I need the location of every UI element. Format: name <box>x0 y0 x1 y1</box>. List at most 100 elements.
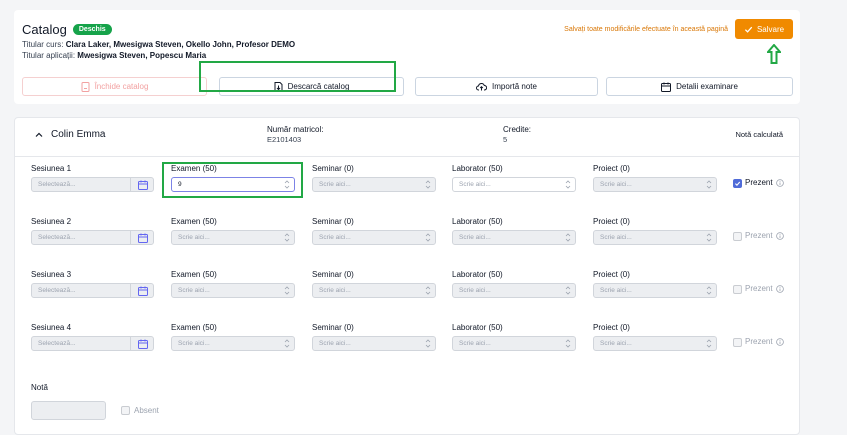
session-4-laborator-input[interactable]: Scrie aici... <box>452 336 576 351</box>
credits-label: Credite: <box>503 125 532 134</box>
exam-field-highlight <box>162 162 303 198</box>
session-4-seminar-input[interactable]: Scrie aici... <box>312 336 436 351</box>
session-2-date-select[interactable]: Selectează... <box>31 230 154 245</box>
grade-input[interactable] <box>31 401 106 420</box>
stepper-icon[interactable] <box>425 285 431 296</box>
input-text: Scrie aici... <box>178 287 210 294</box>
session-2-seminar-input[interactable]: Scrie aici... <box>312 230 436 245</box>
close-catalog-button[interactable]: Închide catalog <box>22 77 207 96</box>
info-icon[interactable] <box>776 179 784 187</box>
titular-aplicatii-label: Titular aplicații: <box>22 51 76 60</box>
stepper-icon[interactable] <box>706 285 712 296</box>
session-1-prezent-label: Prezent <box>745 178 773 187</box>
session-2-prezent-checkbox[interactable] <box>733 232 742 241</box>
grade-label: Notă <box>31 383 48 392</box>
title-row: Catalog Deschis <box>22 22 112 37</box>
session-1-proiect-label: Proiect (0) <box>593 164 630 173</box>
stepper-icon[interactable] <box>565 179 571 190</box>
calendar-icon[interactable] <box>138 180 148 190</box>
session-1-date-select[interactable]: Selectează... <box>31 177 154 192</box>
session-2-proiect-input[interactable]: Scrie aici... <box>593 230 717 245</box>
save-button[interactable]: Salvare <box>735 19 793 39</box>
session-4-laborator-label: Laborator (50) <box>452 323 503 332</box>
session-2-examen-input[interactable]: Scrie aici... <box>171 230 295 245</box>
session-3-laborator-label: Laborator (50) <box>452 270 503 279</box>
session-1-seminar-input[interactable]: Scrie aici... <box>312 177 436 192</box>
info-icon[interactable] <box>776 285 784 293</box>
stepper-icon[interactable] <box>425 179 431 190</box>
session-3-proiect-input[interactable]: Scrie aici... <box>593 283 717 298</box>
save-button-label: Salvare <box>756 24 785 34</box>
input-text: Scrie aici... <box>178 340 210 347</box>
session-1-proiect-input[interactable]: Scrie aici... <box>593 177 717 192</box>
absent-checkbox[interactable] <box>121 406 130 415</box>
session-3-date-select[interactable]: Selectează... <box>31 283 154 298</box>
chevron-up-icon[interactable] <box>34 130 44 140</box>
stepper-icon[interactable] <box>284 338 290 349</box>
date-placeholder: Selectează... <box>38 234 76 241</box>
titular-curs-label: Titular curs: <box>22 40 64 49</box>
stepper-icon[interactable] <box>706 232 712 243</box>
cloud-upload-icon <box>476 82 488 91</box>
session-3-prezent-checkbox[interactable] <box>733 285 742 294</box>
session-1-laborator-label: Laborator (50) <box>452 164 503 173</box>
student-header[interactable]: Colin Emma Număr matricol: E2101403 Cred… <box>15 118 799 157</box>
session-4-prezent-checkbox[interactable] <box>733 338 742 347</box>
calendar-icon[interactable] <box>138 339 148 349</box>
stepper-icon[interactable] <box>425 338 431 349</box>
matricol-label: Număr matricol: <box>267 125 324 134</box>
session-3-seminar-input[interactable]: Scrie aici... <box>312 283 436 298</box>
session-3-proiect-label: Proiect (0) <box>593 270 630 279</box>
stepper-icon[interactable] <box>565 285 571 296</box>
student-name: Colin Emma <box>51 129 106 140</box>
stepper-icon[interactable] <box>284 232 290 243</box>
session-2-examen-label: Examen (50) <box>171 217 217 226</box>
save-note: Salvați toate modificările efectuate în … <box>564 26 728 33</box>
stepper-icon[interactable] <box>284 285 290 296</box>
input-text: Scrie aici... <box>600 181 632 188</box>
matricol-value: E2101403 <box>267 135 302 144</box>
session-4-examen-input[interactable]: Scrie aici... <box>171 336 295 351</box>
session-4-proiect-input[interactable]: Scrie aici... <box>593 336 717 351</box>
session-1-label: Sesiunea 1 <box>31 164 72 173</box>
session-4-prezent-label: Prezent <box>745 337 773 346</box>
session-4-date-select[interactable]: Selectează... <box>31 336 154 351</box>
info-icon[interactable] <box>776 338 784 346</box>
exam-details-button[interactable]: Detalii examinare <box>606 77 793 96</box>
document-icon <box>81 81 90 92</box>
credits-value: 5 <box>503 135 508 144</box>
session-3-examen-input[interactable]: Scrie aici... <box>171 283 295 298</box>
session-3-label: Sesiunea 3 <box>31 270 72 279</box>
computed-grade-label: Notă calculată <box>735 130 783 139</box>
session-1-seminar-label: Seminar (0) <box>312 164 354 173</box>
info-icon[interactable] <box>776 232 784 240</box>
stepper-icon[interactable] <box>565 338 571 349</box>
absent-label: Absent <box>134 406 159 415</box>
stepper-icon[interactable] <box>706 179 712 190</box>
download-highlight <box>199 61 396 92</box>
titular-curs-value: Clara Laker, Mwesigwa Steven, Okello Joh… <box>65 40 296 49</box>
stepper-icon[interactable] <box>425 232 431 243</box>
input-text: Scrie aici... <box>319 340 351 347</box>
arrow-up-icon <box>767 44 781 64</box>
session-1-prezent-checkbox[interactable] <box>733 179 742 188</box>
date-placeholder: Selectează... <box>38 181 76 188</box>
stepper-icon[interactable] <box>706 338 712 349</box>
stepper-icon[interactable] <box>565 232 571 243</box>
session-1-laborator-input[interactable]: Scrie aici... <box>452 177 576 192</box>
session-2-label: Sesiunea 2 <box>31 217 72 226</box>
calendar-icon[interactable] <box>138 233 148 243</box>
session-3-seminar-label: Seminar (0) <box>312 270 354 279</box>
import-grades-button[interactable]: Importă note <box>415 77 598 96</box>
session-2-laborator-input[interactable]: Scrie aici... <box>452 230 576 245</box>
session-2-prezent-label: Prezent <box>745 231 773 240</box>
titular-curs: Titular curs: Clara Laker, Mwesigwa Stev… <box>22 40 295 49</box>
titular-aplicatii: Titular aplicații: Mwesigwa Steven, Pope… <box>22 51 206 60</box>
session-3-laborator-input[interactable]: Scrie aici... <box>452 283 576 298</box>
credits-column: Credite: 5 <box>503 125 531 144</box>
calendar-icon[interactable] <box>138 286 148 296</box>
date-placeholder: Selectează... <box>38 340 76 347</box>
session-4-proiect-label: Proiect (0) <box>593 323 630 332</box>
input-text: Scrie aici... <box>459 181 491 188</box>
session-3-examen-label: Examen (50) <box>171 270 217 279</box>
